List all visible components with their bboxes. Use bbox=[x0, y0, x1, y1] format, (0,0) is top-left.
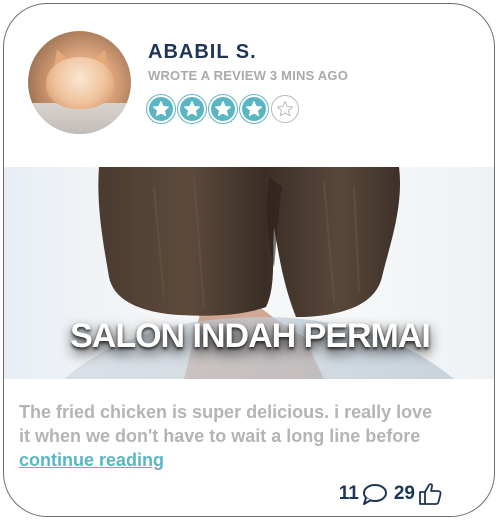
reviewer-name[interactable]: ABABIL S. bbox=[148, 41, 257, 64]
star-filled-icon bbox=[209, 95, 237, 123]
thumbs-up-icon[interactable] bbox=[418, 482, 442, 506]
review-card: ABABIL S. WROTE A REVIEW 3 MINS AGO SALO… bbox=[3, 3, 495, 517]
review-text: The fried chicken is super delicious. i … bbox=[19, 400, 489, 472]
like-count: 29 bbox=[393, 483, 415, 504]
review-text-line: The fried chicken is super delicious. i … bbox=[19, 402, 433, 422]
review-text-line: it when we don't have to wait a long lin… bbox=[19, 426, 421, 446]
comment-count: 11 bbox=[338, 483, 359, 504]
star-filled-icon bbox=[147, 95, 175, 123]
review-timestamp: WROTE A REVIEW 3 MINS AGO bbox=[148, 68, 349, 83]
review-stats: 11 29 bbox=[339, 482, 442, 506]
continue-reading-link[interactable]: continue reading bbox=[19, 450, 164, 470]
star-empty-icon bbox=[271, 95, 299, 123]
star-filled-icon bbox=[178, 95, 206, 123]
salon-name-title: SALON INDAH PERMAI bbox=[70, 317, 431, 355]
star-filled-icon bbox=[240, 95, 268, 123]
salon-banner-image[interactable]: SALON INDAH PERMAI bbox=[4, 167, 494, 379]
avatar[interactable] bbox=[28, 31, 131, 134]
star-rating bbox=[147, 95, 299, 123]
avatar-cat-face bbox=[46, 57, 114, 109]
speech-bubble-icon[interactable] bbox=[362, 483, 388, 505]
